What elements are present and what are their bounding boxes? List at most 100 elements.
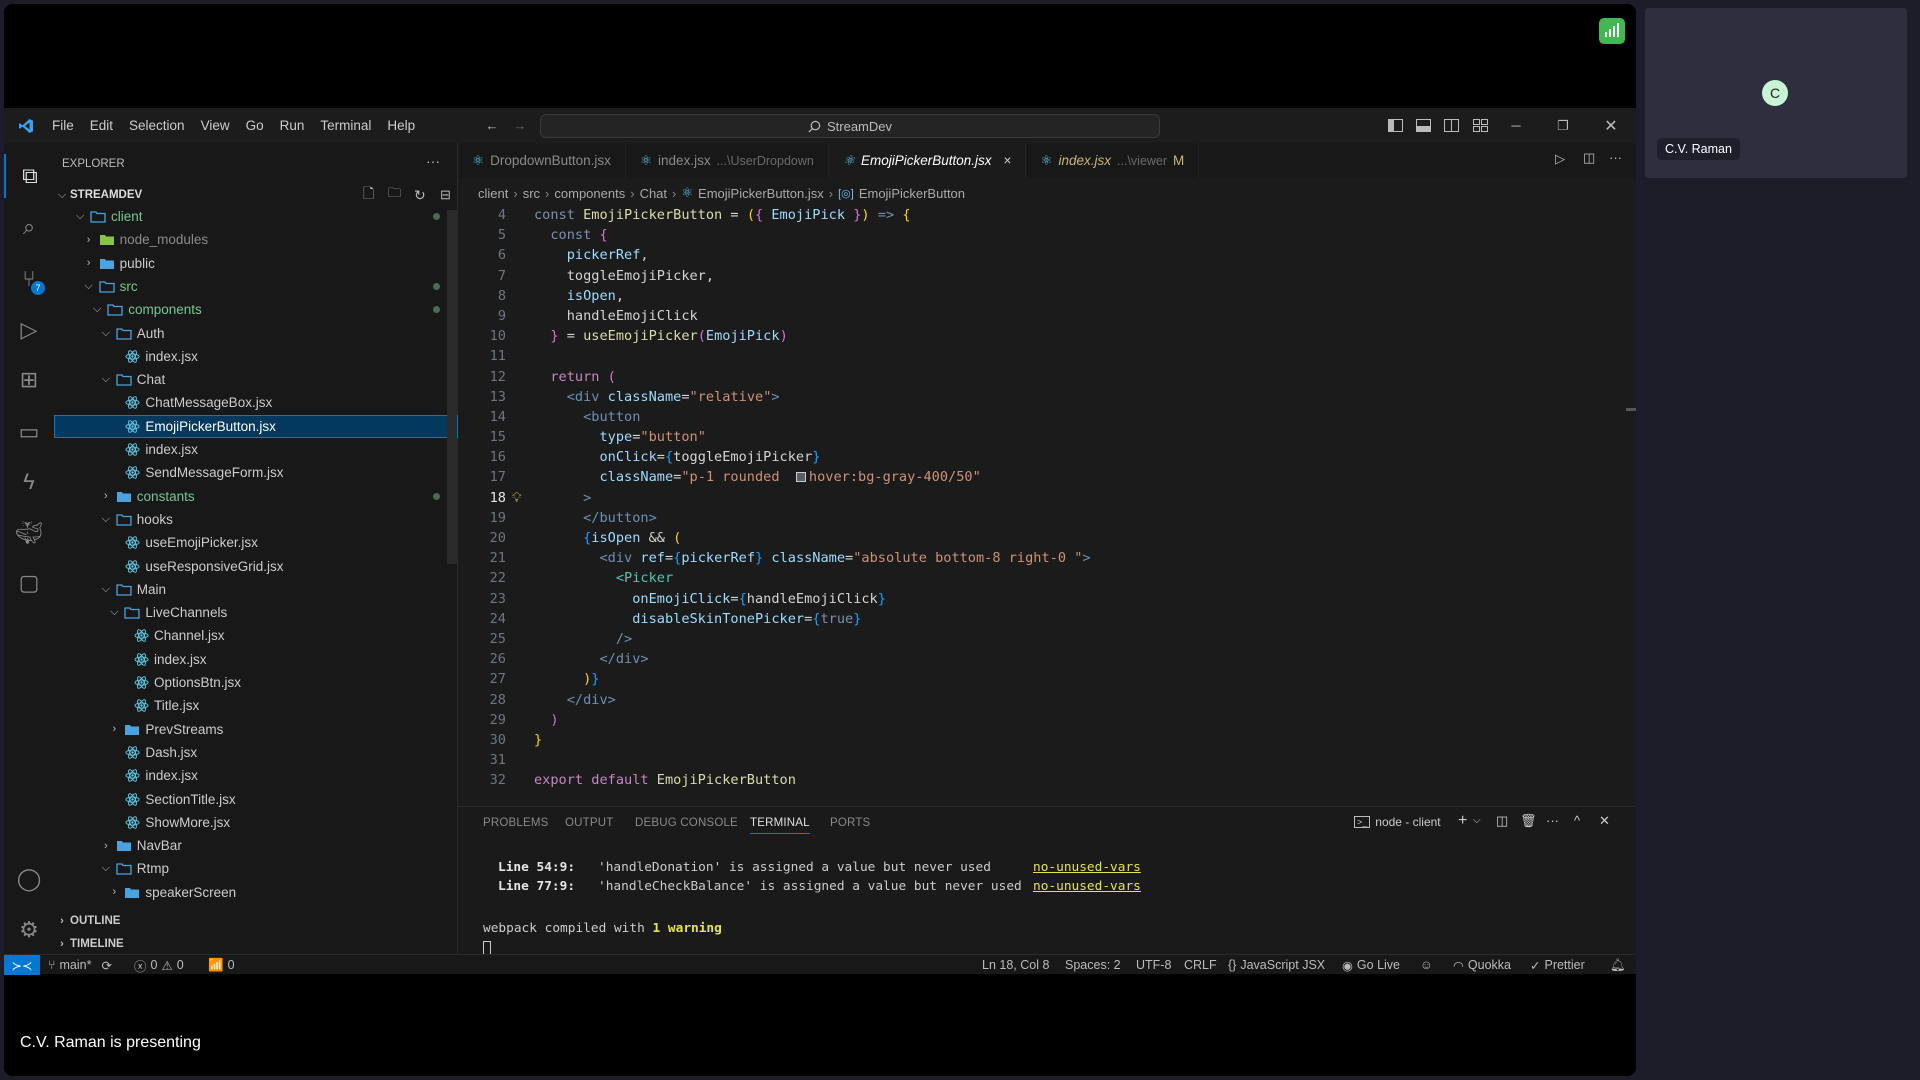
remote-indicator-icon[interactable]: ≻≺ (4, 955, 40, 975)
more-actions-icon[interactable]: ··· (426, 153, 440, 169)
terminal-selector[interactable]: >_ node - client (1354, 815, 1441, 829)
restore-icon[interactable]: ❐ (1549, 108, 1577, 143)
account-icon[interactable]: ◯ (4, 857, 54, 901)
indentation[interactable]: Spaces: 2 (1065, 955, 1121, 975)
menu-go[interactable]: Go (238, 118, 272, 133)
folder-item[interactable]: ⌵ src (54, 275, 458, 298)
file-item[interactable]: ChatMessageBox.jsx (54, 391, 458, 414)
panel-tab-problems[interactable]: PROBLEMS (483, 817, 549, 829)
breadcrumb-item[interactable]: components (554, 186, 625, 201)
close-window-icon[interactable]: ✕ (1597, 108, 1625, 143)
encoding[interactable]: UTF-8 (1136, 955, 1171, 975)
file-item[interactable]: useEmojiPicker.jsx (54, 531, 458, 554)
file-item[interactable]: EmojiPickerButton.jsx (54, 414, 458, 438)
breadcrumb-item[interactable]: client (478, 186, 508, 201)
folder-item[interactable]: › public (54, 252, 458, 275)
file-item[interactable]: ShowMore.jsx (54, 811, 458, 834)
toggle-panel-icon[interactable] (1409, 108, 1437, 143)
file-item[interactable]: Title.jsx (54, 694, 458, 717)
new-terminal-icon[interactable]: + (1458, 812, 1467, 830)
close-tab-icon[interactable]: × (1004, 153, 1012, 168)
maximize-panel-icon[interactable]: ^ (1574, 813, 1580, 828)
file-item[interactable]: OptionsBtn.jsx (54, 671, 458, 694)
breadcrumb-item[interactable]: EmojiPickerButton.jsx (698, 186, 824, 201)
editor-tab[interactable]: ⚛ DropdownButton.jsx (458, 143, 626, 178)
breadcrumb-item[interactable]: Chat (640, 186, 667, 201)
file-item[interactable]: SectionTitle.jsx (54, 788, 458, 811)
sidebar-scrollbar[interactable] (447, 210, 457, 564)
line-endings[interactable]: CRLF (1184, 955, 1217, 975)
lightbulb-icon[interactable]: 💡︎ (512, 488, 522, 508)
timeline-section[interactable]: › TIMELINE (54, 932, 458, 955)
panel-tab-ports[interactable]: PORTS (830, 817, 870, 829)
toggle-secondary-sidebar-icon[interactable] (1437, 108, 1465, 143)
editor-tab[interactable]: ⚛ index.jsx ...\viewer M (1026, 143, 1200, 178)
explorer-icon[interactable]: ⧉ (4, 154, 54, 198)
run-icon[interactable]: ▷ (1555, 151, 1565, 167)
forward-arrow-icon[interactable]: → (506, 108, 534, 143)
language-mode[interactable]: {} JavaScript JSX (1228, 955, 1325, 975)
sync-icon[interactable]: ⟳ (101, 958, 111, 973)
folder-item[interactable]: ⌵ Rtmp (54, 857, 458, 880)
folder-item[interactable]: › PrevStreams (54, 718, 458, 741)
editor-scrollbar[interactable] (1626, 408, 1636, 411)
menu-view[interactable]: View (193, 118, 238, 133)
panel-tab-terminal[interactable]: TERMINAL (750, 817, 810, 834)
panel-tab-output[interactable]: OUTPUT (565, 817, 613, 829)
folder-item[interactable]: ⌵ hooks (54, 508, 458, 531)
notifications-bell-icon[interactable]: 🔔︎ (1610, 955, 1626, 975)
quokka-button[interactable]: ◠ Quokka (1453, 955, 1511, 975)
file-item[interactable]: Channel.jsx (54, 624, 458, 647)
thunder-client-icon[interactable]: ϟ (4, 460, 54, 504)
file-item[interactable]: index.jsx (54, 345, 458, 368)
eslint-rule-link[interactable]: no-unused-vars (1033, 860, 1141, 875)
breadcrumb-item[interactable]: EmojiPickerButton (859, 186, 965, 201)
chevron-down-icon[interactable]: ⌵ (1473, 815, 1481, 826)
go-live-button[interactable]: ◉ Go Live (1342, 955, 1400, 975)
connection-signal-icon[interactable] (1599, 18, 1625, 44)
trash-icon[interactable]: 🗑 (1520, 813, 1537, 829)
code-editor[interactable]: 4 const EmojiPickerButton = ({ EmojiPick … (458, 205, 1636, 790)
file-item[interactable]: Dash.jsx (54, 741, 458, 764)
folder-item[interactable]: ⌵ LiveChannels (54, 601, 458, 624)
customize-layout-icon[interactable] (1466, 108, 1494, 143)
file-item[interactable]: index.jsx (54, 764, 458, 787)
back-arrow-icon[interactable]: ← (478, 108, 506, 143)
project-header[interactable]: ⌵ STREAMDEV 🗋 🗀 ↻ ⊟ (54, 184, 458, 206)
file-item[interactable]: index.jsx (54, 438, 458, 461)
collapse-all-icon[interactable]: ⊟ (440, 187, 451, 203)
participant-tile[interactable]: C C.V. Raman (1645, 8, 1907, 178)
breadcrumb-item[interactable]: src (523, 186, 540, 201)
folder-item[interactable]: ⌵ components (54, 298, 458, 321)
branch-status[interactable]: ⑂ main* ⟳ (48, 955, 112, 975)
menu-file[interactable]: File (44, 118, 82, 133)
refresh-icon[interactable]: ↻ (414, 187, 426, 204)
problems-status[interactable]: ⓧ 0 ⚠ 0 (134, 955, 184, 975)
color-swatch[interactable] (795, 472, 806, 483)
settings-gear-icon[interactable]: ⚙ (4, 908, 54, 952)
folder-item[interactable]: ⌵ client (54, 205, 458, 228)
eslint-rule-link[interactable]: no-unused-vars (1033, 879, 1141, 894)
folder-item[interactable]: › node_modules (54, 228, 458, 251)
panel-tab-debug-console[interactable]: DEBUG CONSOLE (635, 817, 738, 829)
menu-help[interactable]: Help (379, 118, 423, 133)
editor-tab[interactable]: ⚛ index.jsx ...\UserDropdown (626, 143, 829, 178)
editor-tab[interactable]: ⚛ EmojiPickerButton.jsx × (828, 143, 1027, 178)
folder-item[interactable]: › constants (54, 485, 458, 508)
extensions-icon[interactable]: ⊞ (4, 358, 54, 402)
panel-more-icon[interactable]: ··· (1546, 813, 1559, 828)
editor-more-icon[interactable]: ··· (1609, 150, 1622, 165)
file-item[interactable]: useResponsiveGrid.jsx (54, 555, 458, 578)
cursor-position[interactable]: Ln 18, Col 8 (982, 955, 1049, 975)
folder-item[interactable]: › NavBar (54, 834, 458, 857)
close-panel-icon[interactable]: ✕ (1599, 813, 1610, 829)
minimize-icon[interactable]: ─ (1502, 108, 1530, 143)
remote-explorer-icon[interactable]: ▭ (4, 410, 54, 454)
new-file-icon[interactable]: 🗋 (363, 183, 374, 207)
outline-section[interactable]: › OUTLINE (54, 909, 458, 932)
folder-item[interactable]: ⌵ Main (54, 578, 458, 601)
toggle-primary-sidebar-icon[interactable] (1381, 108, 1409, 143)
new-folder-icon[interactable]: 🗀 (388, 184, 401, 206)
file-item[interactable]: index.jsx (54, 648, 458, 671)
source-control-icon[interactable]: ⑂ 7 (4, 257, 54, 301)
